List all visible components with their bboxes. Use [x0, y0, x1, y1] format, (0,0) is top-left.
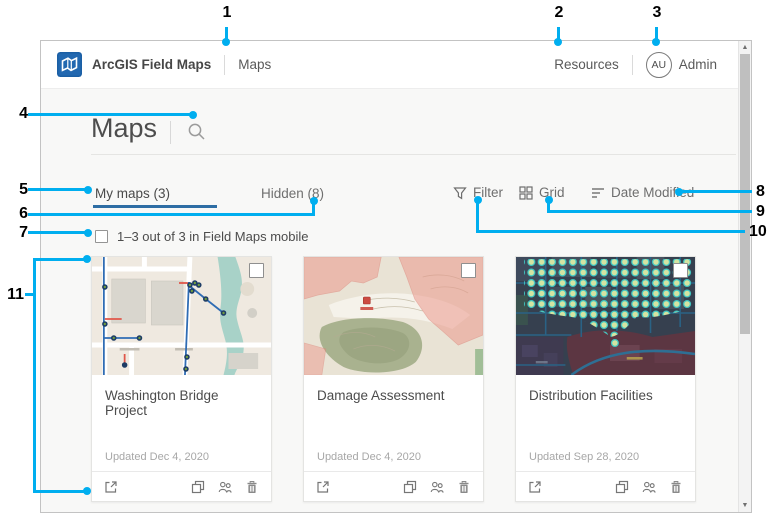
delete-icon[interactable] [669, 480, 683, 494]
callout-line [225, 27, 228, 40]
selection-summary: 1–3 out of 3 in Field Maps mobile [117, 229, 309, 244]
scroll-up-icon[interactable]: ▲ [739, 44, 751, 51]
callout-line [655, 27, 658, 40]
card-actions [304, 471, 483, 501]
delete-icon[interactable] [245, 480, 259, 494]
card-updated-date: Updated Dec 4, 2020 [317, 451, 470, 465]
callout-number-9: 9 [756, 203, 778, 221]
callout-number-10: 10 [749, 223, 777, 241]
dark-map-thumbnail [516, 257, 695, 375]
search-icon[interactable] [187, 122, 207, 142]
card-select-checkbox[interactable] [461, 263, 476, 278]
scrollbar: ▲ ▼ [738, 41, 751, 512]
grid-view-icon [519, 186, 533, 200]
filter-button[interactable]: Filter [453, 185, 503, 200]
scroll-down-icon[interactable]: ▼ [739, 502, 751, 509]
callout-number-1: 1 [219, 4, 235, 22]
callout-number-6: 6 [8, 205, 28, 223]
tab-my-maps[interactable]: My maps (3) [95, 186, 170, 201]
card-select-checkbox[interactable] [673, 263, 688, 278]
map-thumbnail[interactable] [92, 257, 271, 375]
duplicate-icon[interactable] [615, 480, 629, 494]
callout-line [25, 293, 33, 296]
callout-number-11: 11 [2, 286, 24, 304]
selection-row: 1–3 out of 3 in Field Maps mobile [95, 229, 309, 244]
card-title[interactable]: Distribution Facilities [529, 388, 682, 403]
search-underline [91, 154, 736, 155]
callout-number-8: 8 [756, 183, 778, 201]
card-title[interactable]: Damage Assessment [317, 388, 470, 403]
share-group-icon[interactable] [218, 480, 232, 494]
open-map-icon[interactable] [104, 480, 118, 494]
topo-map-thumbnail [304, 257, 483, 375]
filter-label: Filter [473, 185, 503, 200]
nav-item-resources[interactable]: Resources [554, 57, 619, 72]
card-updated-date: Updated Dec 4, 2020 [105, 451, 258, 465]
map-card-distribution-facilities: Distribution Facilities Updated Sep 28, … [515, 256, 696, 502]
scrollbar-thumb[interactable] [740, 54, 750, 334]
sort-label: Date Modified [611, 185, 694, 200]
map-card-list: Washington Bridge Project Updated Dec 4,… [91, 256, 696, 502]
card-select-checkbox[interactable] [249, 263, 264, 278]
street-map-thumbnail [92, 257, 271, 375]
user-avatar[interactable]: AU [646, 52, 672, 78]
active-tab-underline [93, 205, 217, 208]
callout-number-4: 4 [8, 105, 28, 123]
map-thumbnail[interactable] [516, 257, 695, 375]
delete-icon[interactable] [457, 480, 471, 494]
card-actions [516, 471, 695, 501]
header-divider [224, 55, 225, 75]
card-title[interactable]: Washington Bridge Project [105, 388, 258, 418]
map-thumbnail[interactable] [304, 257, 483, 375]
sort-button[interactable]: Date Modified [591, 185, 694, 200]
app-title: ArcGIS Field Maps [92, 57, 211, 72]
page-title: Maps [91, 113, 157, 144]
sort-icon [591, 186, 605, 200]
card-actions [92, 471, 271, 501]
callout-number-3: 3 [649, 4, 665, 22]
duplicate-icon[interactable] [403, 480, 417, 494]
field-maps-app-window: ArcGIS Field Maps Maps Resources AU Admi… [40, 40, 752, 513]
select-all-checkbox[interactable] [95, 230, 108, 243]
card-updated-date: Updated Sep 28, 2020 [529, 451, 682, 465]
nav-item-maps[interactable]: Maps [238, 57, 271, 72]
open-map-icon[interactable] [528, 480, 542, 494]
duplicate-icon[interactable] [191, 480, 205, 494]
share-group-icon[interactable] [642, 480, 656, 494]
tab-hidden[interactable]: Hidden (8) [261, 186, 324, 201]
map-card-washington-bridge: Washington Bridge Project Updated Dec 4,… [91, 256, 272, 502]
annotated-screenshot: ArcGIS Field Maps Maps Resources AU Admi… [0, 0, 778, 520]
share-group-icon[interactable] [430, 480, 444, 494]
callout-number-2: 2 [551, 4, 567, 22]
open-map-icon[interactable] [316, 480, 330, 494]
callout-number-5: 5 [8, 181, 28, 199]
arcgis-field-maps-logo-icon [57, 52, 82, 77]
title-divider [170, 121, 171, 144]
filter-icon [453, 186, 467, 200]
app-header: ArcGIS Field Maps Maps Resources AU Admi… [41, 41, 751, 89]
callout-line [33, 258, 36, 493]
grid-label: Grid [539, 185, 565, 200]
map-card-damage-assessment: Damage Assessment Updated Dec 4, 2020 [303, 256, 484, 502]
header-divider [632, 55, 633, 75]
callout-number-7: 7 [8, 224, 28, 242]
grid-view-button[interactable]: Grid [519, 185, 565, 200]
callout-line [557, 27, 560, 40]
user-menu-admin[interactable]: Admin [679, 57, 717, 72]
